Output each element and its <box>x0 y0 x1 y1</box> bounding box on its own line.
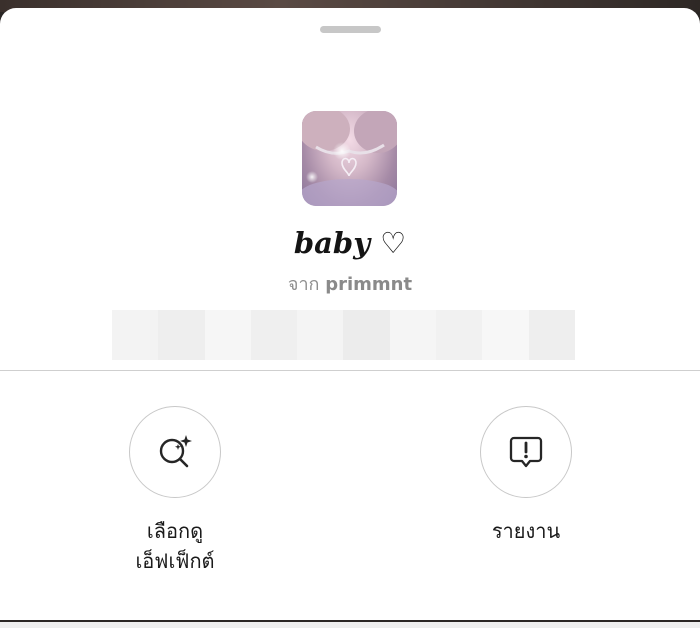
effect-name: baby ♡ <box>293 226 407 260</box>
report-label: รายงาน <box>491 519 561 543</box>
report-icon <box>509 436 543 468</box>
browse-effects-label: เลือกดู เอ็ฟเฟ็กต์ <box>135 519 215 573</box>
divider <box>0 370 700 371</box>
author-name[interactable]: primmnt <box>325 274 412 295</box>
report-action[interactable]: รายงาน <box>426 406 626 546</box>
browse-effects-button[interactable] <box>129 406 221 498</box>
browse-effects-icon <box>159 435 192 468</box>
bottom-edge <box>0 622 700 628</box>
browse-effects-action[interactable]: เลือกดู เอ็ฟเฟ็กต์ <box>75 406 275 576</box>
bottom-sheet: baby ♡ จาก primmnt เลือกดู เอ็ฟเฟ็กต์ รา… <box>0 8 700 628</box>
effect-thumbnail-image <box>302 111 397 206</box>
effect-thumbnail <box>302 111 397 206</box>
author-prefix: จาก <box>287 274 320 295</box>
report-button[interactable] <box>480 406 572 498</box>
blurred-content <box>112 310 575 360</box>
effect-author-line: จาก primmnt <box>0 271 700 299</box>
drag-handle[interactable] <box>320 26 381 33</box>
